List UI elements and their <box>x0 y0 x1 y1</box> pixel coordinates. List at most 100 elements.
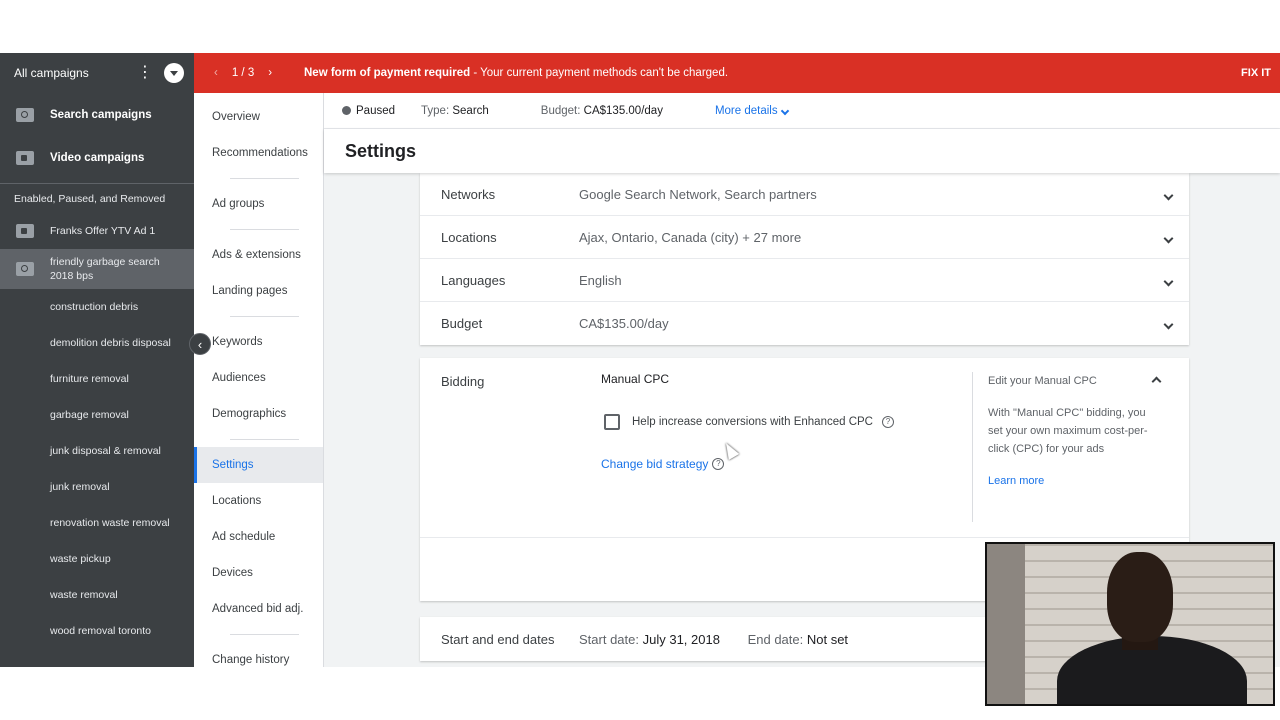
start-date-value: July 31, 2018 <box>642 631 720 647</box>
page-menu-keywords[interactable]: Keywords <box>194 324 323 360</box>
payment-alert-banner: ‹ 1 / 3 › New form of payment required -… <box>194 53 1280 93</box>
chevron-down-icon[interactable] <box>780 105 789 117</box>
setting-label: Languages <box>441 272 506 288</box>
page-header: Settings <box>324 129 1280 173</box>
alert-pager: ‹ 1 / 3 › <box>194 67 304 79</box>
campaign-status-filter[interactable]: Enabled, Paused, and Removed <box>0 183 194 213</box>
settings-card: Networks Google Search Network, Search p… <box>420 173 1189 345</box>
chevron-down-icon[interactable] <box>1147 187 1189 202</box>
page-menu-audiences[interactable]: Audiences <box>194 360 323 396</box>
page-menu-demographics[interactable]: Demographics <box>194 396 323 432</box>
page-menu-landing-pages[interactable]: Landing pages <box>194 273 323 309</box>
menu-divider <box>230 178 299 179</box>
campaign-status[interactable]: Paused <box>356 105 395 117</box>
presenter-head <box>1107 552 1173 642</box>
chevron-up-icon[interactable] <box>1135 372 1177 390</box>
page-menu-advanced-bid[interactable]: Advanced bid adj. <box>194 591 323 627</box>
all-campaigns-header[interactable]: All campaigns ⋮ <box>0 53 194 93</box>
start-date-label: Start date: <box>579 631 639 647</box>
enhanced-cpc-checkbox[interactable] <box>604 414 620 430</box>
setting-label: Networks <box>441 186 496 202</box>
alert-counter: 1 / 3 <box>231 67 255 79</box>
chevron-left-icon[interactable]: ‹ <box>214 67 218 79</box>
campaign-summary-bar: Paused Type: Search Budget: CA$135.00/da… <box>324 93 1280 129</box>
setting-label: Budget <box>441 316 483 331</box>
help-icon[interactable]: ? <box>712 458 725 470</box>
bidding-help-panel: Edit your Manual CPC With "Manual CPC" b… <box>972 372 1148 522</box>
setting-value: Ajax, Ontario, Canada (city) + 27 more <box>579 229 802 245</box>
video-icon <box>16 150 34 165</box>
campaign-sidebar: All campaigns ⋮ Search campaigns Video c… <box>0 53 194 667</box>
enhanced-cpc-option[interactable]: Help increase conversions with Enhanced … <box>604 414 894 430</box>
collapse-sidebar-button[interactable]: ‹ <box>189 333 211 355</box>
end-date-value: Not set <box>806 631 849 647</box>
sidebar-adgroup[interactable]: wood removal toronto <box>0 613 194 649</box>
setting-row-languages[interactable]: Languages English <box>420 259 1189 302</box>
type-label: Type: <box>421 104 450 117</box>
help-panel-title: Edit your Manual CPC <box>988 375 1097 387</box>
alert-message-bold: New form of payment required <box>304 67 471 79</box>
sidebar-adgroup[interactable]: renovation waste removal <box>0 505 194 541</box>
learn-more-link[interactable]: Learn more <box>988 472 1148 490</box>
sidebar-adgroup[interactable]: garbage removal <box>0 397 194 433</box>
page-menu: Overview Recommendations Ad groups Ads &… <box>194 93 324 667</box>
help-panel-text: With "Manual CPC" bidding, you set your … <box>988 407 1148 455</box>
menu-divider <box>230 634 299 635</box>
menu-divider <box>230 229 299 230</box>
page-menu-recommendations[interactable]: Recommendations <box>194 135 323 171</box>
more-options-icon[interactable]: ⋮ <box>136 65 154 81</box>
sidebar-adgroup[interactable]: waste pickup <box>0 541 194 577</box>
more-details-link[interactable]: More details <box>715 105 778 117</box>
fix-it-button[interactable]: FIX IT <box>1241 67 1280 79</box>
change-bid-strategy-link[interactable]: Change bid strategy ? <box>601 457 725 471</box>
webcam-overlay <box>985 542 1275 706</box>
paused-icon <box>342 106 351 115</box>
sidebar-item-search-campaigns[interactable]: Search campaigns <box>0 93 194 136</box>
page-title: Settings <box>345 141 417 161</box>
sidebar-campaign-friendly-garbage[interactable]: friendly garbage search 2018 bps <box>0 249 194 289</box>
page-menu-ad-schedule[interactable]: Ad schedule <box>194 519 323 555</box>
page-menu-locations[interactable]: Locations <box>194 483 323 519</box>
setting-row-budget[interactable]: Budget CA$135.00/day <box>420 302 1189 345</box>
sidebar-adgroup[interactable]: construction debris <box>0 289 194 325</box>
chevron-down-icon[interactable] <box>1147 230 1189 245</box>
setting-row-locations[interactable]: Locations Ajax, Ontario, Canada (city) +… <box>420 216 1189 259</box>
setting-row-networks[interactable]: Networks Google Search Network, Search p… <box>420 173 1189 216</box>
page-menu-ad-groups[interactable]: Ad groups <box>194 186 323 222</box>
dropdown-icon[interactable] <box>164 63 184 83</box>
setting-value: CA$135.00/day <box>579 316 669 331</box>
wall-edge <box>987 544 1025 704</box>
chevron-down-icon[interactable] <box>1147 316 1189 331</box>
chevron-down-icon[interactable] <box>1147 273 1189 288</box>
sidebar-item-label: Search campaigns <box>50 108 152 121</box>
page-menu-settings[interactable]: Settings <box>194 447 323 483</box>
change-bid-strategy-label: Change bid strategy <box>601 457 709 471</box>
search-icon <box>16 262 34 276</box>
page-menu-devices[interactable]: Devices <box>194 555 323 591</box>
sidebar-adgroup[interactable]: junk removal <box>0 469 194 505</box>
budget-value: CA$135.00/day <box>583 104 663 117</box>
page-menu-overview[interactable]: Overview <box>194 99 323 135</box>
menu-divider <box>230 316 299 317</box>
page-menu-ads-extensions[interactable]: Ads & extensions <box>194 237 323 273</box>
chevron-right-icon[interactable]: › <box>268 67 272 79</box>
sidebar-adgroup[interactable]: waste removal <box>0 577 194 613</box>
sidebar-adgroup[interactable]: junk disposal & removal <box>0 433 194 469</box>
video-icon <box>16 224 34 238</box>
setting-label: Start and end dates <box>441 631 555 647</box>
type-value: Search <box>452 104 489 117</box>
sidebar-item-video-campaigns[interactable]: Video campaigns <box>0 136 194 179</box>
sidebar-adgroup[interactable]: furniture removal <box>0 361 194 397</box>
sidebar-item-label: Video campaigns <box>50 151 145 164</box>
setting-value: Google Search Network, Search partners <box>579 186 817 202</box>
bid-strategy-value: Manual CPC <box>601 372 670 386</box>
page-menu-change-history[interactable]: Change history <box>194 642 323 667</box>
search-icon <box>16 107 34 122</box>
budget-label: Budget: <box>540 104 581 117</box>
sidebar-campaign-franks-offer[interactable]: Franks Offer YTV Ad 1 <box>0 213 194 249</box>
campaign-label: Franks Offer YTV Ad 1 <box>50 225 156 237</box>
sidebar-adgroup[interactable]: demolition debris disposal <box>0 325 194 361</box>
enhanced-cpc-label: Help increase conversions with Enhanced … <box>632 416 873 428</box>
help-icon[interactable]: ? <box>881 416 894 428</box>
bidding-label: Bidding <box>441 374 485 389</box>
